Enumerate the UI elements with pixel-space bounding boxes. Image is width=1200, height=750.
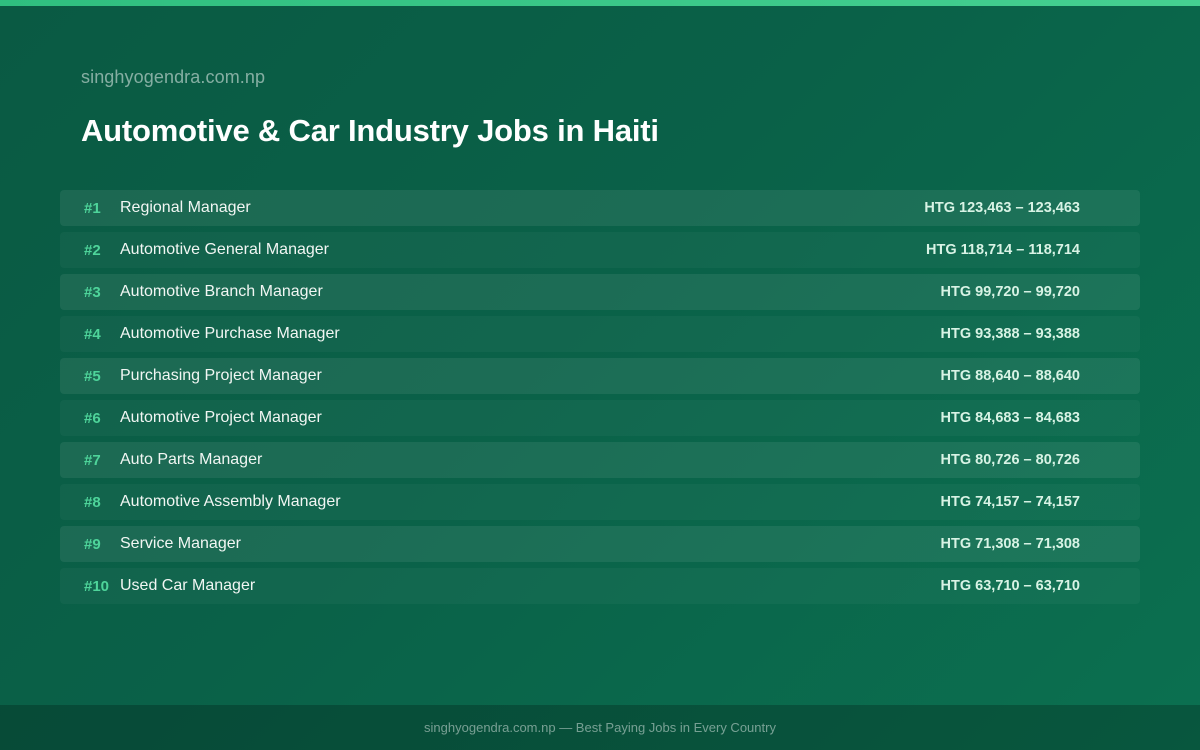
job-rank: #10 [84,577,110,595]
site-name: singhyogendra.com.np [81,67,266,87]
job-title: Service Manager [120,535,241,552]
job-rank: #8 [84,493,101,511]
job-title: Regional Manager [120,199,251,216]
footer: singhyogendra.com.np — Best Paying Jobs … [0,705,1200,750]
job-rank: #6 [84,409,101,427]
job-title: Automotive Purchase Manager [120,325,340,342]
top-accent-bar [0,0,1200,6]
job-salary: HTG 118,714 – 118,714 [926,242,1080,258]
job-title: Automotive General Manager [120,241,329,258]
job-rank: #7 [84,451,101,469]
job-row-2: #2 Automotive General Manager HTG 118,71… [60,232,1140,268]
job-salary: HTG 71,308 – 71,308 [940,536,1080,552]
job-title: Automotive Branch Manager [120,283,323,300]
job-row-7: #7 Auto Parts Manager HTG 80,726 – 80,72… [60,442,1140,478]
job-salary: HTG 80,726 – 80,726 [940,452,1080,468]
job-salary: HTG 63,710 – 63,710 [940,578,1080,594]
job-title: Automotive Assembly Manager [120,493,341,510]
job-title: Automotive Project Manager [120,409,322,426]
job-list: #1 Regional Manager HTG 123,463 – 123,46… [60,190,1140,610]
job-title: Purchasing Project Manager [120,367,322,384]
job-rank: #1 [84,199,101,217]
job-rank: #4 [84,325,101,343]
job-title: Auto Parts Manager [120,451,263,468]
job-row-3: #3 Automotive Branch Manager HTG 99,720 … [60,274,1140,310]
job-salary: HTG 74,157 – 74,157 [940,494,1080,510]
job-row-10: #10 Used Car Manager HTG 63,710 – 63,710 [60,568,1140,604]
page-title: Automotive & Car Industry Jobs in Haiti [81,113,659,148]
job-salary: HTG 84,683 – 84,683 [940,410,1080,426]
job-row-5: #5 Purchasing Project Manager HTG 88,640… [60,358,1140,394]
job-salary: HTG 88,640 – 88,640 [940,368,1080,384]
job-row-8: #8 Automotive Assembly Manager HTG 74,15… [60,484,1140,520]
job-salary: HTG 123,463 – 123,463 [924,200,1080,216]
job-rank: #3 [84,283,101,301]
job-row-4: #4 Automotive Purchase Manager HTG 93,38… [60,316,1140,352]
job-rank: #2 [84,241,101,259]
job-row-9: #9 Service Manager HTG 71,308 – 71,308 [60,526,1140,562]
footer-text: singhyogendra.com.np — Best Paying Jobs … [424,720,776,735]
job-rank: #5 [84,367,101,385]
job-salary: HTG 93,388 – 93,388 [940,326,1080,342]
job-row-1: #1 Regional Manager HTG 123,463 – 123,46… [60,190,1140,226]
job-title: Used Car Manager [120,577,256,594]
job-salary: HTG 99,720 – 99,720 [940,284,1080,300]
job-row-6: #6 Automotive Project Manager HTG 84,683… [60,400,1140,436]
job-rank: #9 [84,535,101,553]
